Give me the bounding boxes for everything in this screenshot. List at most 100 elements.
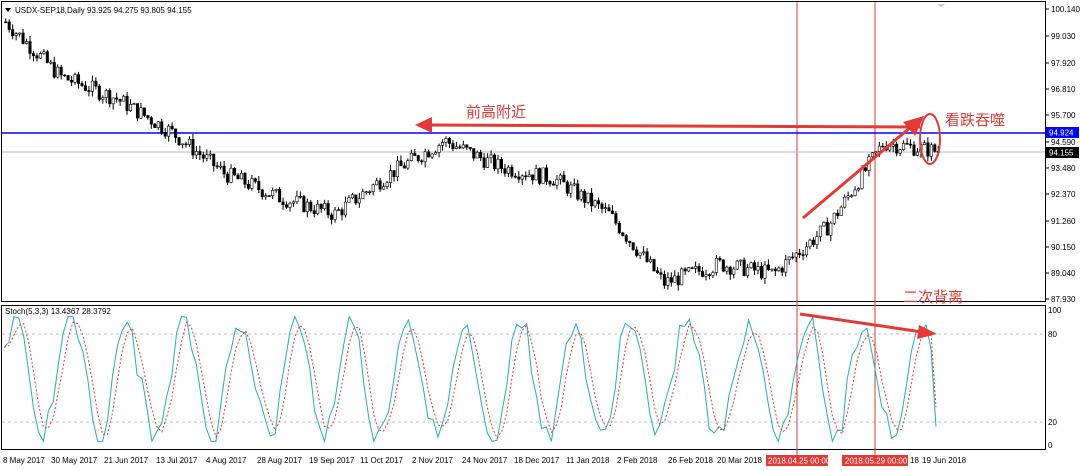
candle-body (631, 242, 635, 251)
price-y-tick-label: 87.930 (1051, 295, 1076, 304)
candle-body (850, 195, 854, 197)
candle-body (122, 95, 126, 102)
candle-body (503, 168, 507, 174)
candle-body (475, 152, 479, 159)
candle-body (330, 214, 334, 220)
candle-body (659, 272, 663, 275)
candle-body (600, 203, 604, 209)
candle-body (174, 128, 178, 138)
candle-body (253, 178, 257, 182)
candle-body (458, 146, 462, 149)
second-divergence-label: 二次背离 (903, 288, 963, 306)
candle-body (468, 147, 472, 149)
candle-body (822, 221, 826, 227)
candle-body (409, 152, 413, 161)
candle-body (28, 41, 32, 54)
candle-body (11, 29, 15, 37)
candle-body (697, 266, 701, 272)
candle-body (787, 256, 791, 260)
candle-body (565, 181, 569, 194)
candle-body (836, 212, 840, 216)
candle-body (385, 182, 389, 187)
x-tick-label: 2018.04.25 00:00 (768, 457, 831, 466)
candle-body (642, 251, 646, 254)
candle-body (839, 206, 843, 216)
candle-body (673, 275, 677, 283)
candle-body (486, 157, 490, 168)
candle-body (915, 151, 919, 156)
candle-body (780, 267, 784, 273)
candle-body (447, 138, 451, 144)
candle-body (545, 167, 549, 182)
candle-body (302, 196, 306, 212)
x-tick-label: 26 Feb 2018 (668, 456, 713, 465)
candle-body (621, 232, 625, 236)
candle-body (295, 195, 299, 203)
candle-body (149, 117, 153, 125)
symbol-header: USDX-SEP18,Daily 93.925 94.275 93.805 94… (15, 6, 192, 15)
x-tick-label: 11 Oct 2017 (360, 456, 404, 465)
candle-body (87, 90, 91, 92)
candle-body (739, 259, 743, 262)
chart: USDX-SEP18,Daily 93.925 94.275 93.805 94… (1, 1, 1080, 466)
candle-body (666, 277, 670, 286)
candle-body (676, 275, 680, 286)
candle-body (531, 174, 535, 181)
candle-body (4, 21, 8, 24)
candle-body (482, 157, 486, 168)
candle-body (257, 181, 261, 191)
x-tick-label: 4 Aug 2017 (206, 456, 247, 465)
candle-body (413, 152, 417, 156)
candle-body (233, 167, 237, 176)
candle-body (534, 168, 538, 181)
price-y-tick-label: 90.150 (1051, 243, 1076, 252)
candle-body (212, 153, 216, 167)
candle-body (652, 259, 656, 272)
candle-body (756, 266, 760, 271)
candle-body (271, 190, 275, 197)
candle-body (583, 190, 587, 203)
candle-body (340, 209, 344, 216)
candle-body (416, 155, 420, 162)
candle-body (309, 201, 313, 211)
candle-body (728, 266, 732, 275)
candle-body (274, 188, 278, 191)
price-y-tick-label: 99.030 (1051, 32, 1076, 41)
candle-body (929, 144, 933, 157)
candle-body (711, 272, 715, 276)
candle-body (614, 213, 618, 224)
candle-body (104, 90, 108, 98)
candle-body (451, 143, 455, 149)
candle-body (371, 184, 375, 193)
candle-body (219, 165, 223, 168)
candle-body (83, 85, 87, 91)
candle-body (662, 274, 666, 286)
candle-body (399, 160, 403, 167)
candle-body (635, 249, 639, 256)
candle-body (603, 207, 607, 209)
candle-body (645, 251, 649, 263)
candle-body (364, 191, 368, 194)
candle-body (517, 176, 521, 180)
candle-body (198, 151, 202, 156)
candle-body (541, 167, 545, 184)
price-y-tick-label: 96.810 (1051, 85, 1076, 94)
x-tick-label: 18 (910, 456, 919, 465)
candle-body (423, 151, 427, 163)
candle-body (454, 146, 458, 149)
candle-body (392, 170, 396, 178)
candle-body (687, 267, 691, 272)
candle-body (420, 160, 424, 163)
candle-body (14, 33, 18, 37)
candle-body (520, 175, 524, 180)
candle-body (191, 138, 195, 156)
candle-body (201, 154, 205, 159)
candle-body (818, 225, 822, 237)
candle-body (493, 154, 497, 170)
candle-body (35, 55, 39, 59)
stoch-axis: 100 80 20 0 (1048, 306, 1062, 450)
candle-body (694, 266, 698, 269)
candle-body (794, 252, 798, 258)
candle-body (628, 240, 632, 244)
candle-body (260, 189, 264, 198)
